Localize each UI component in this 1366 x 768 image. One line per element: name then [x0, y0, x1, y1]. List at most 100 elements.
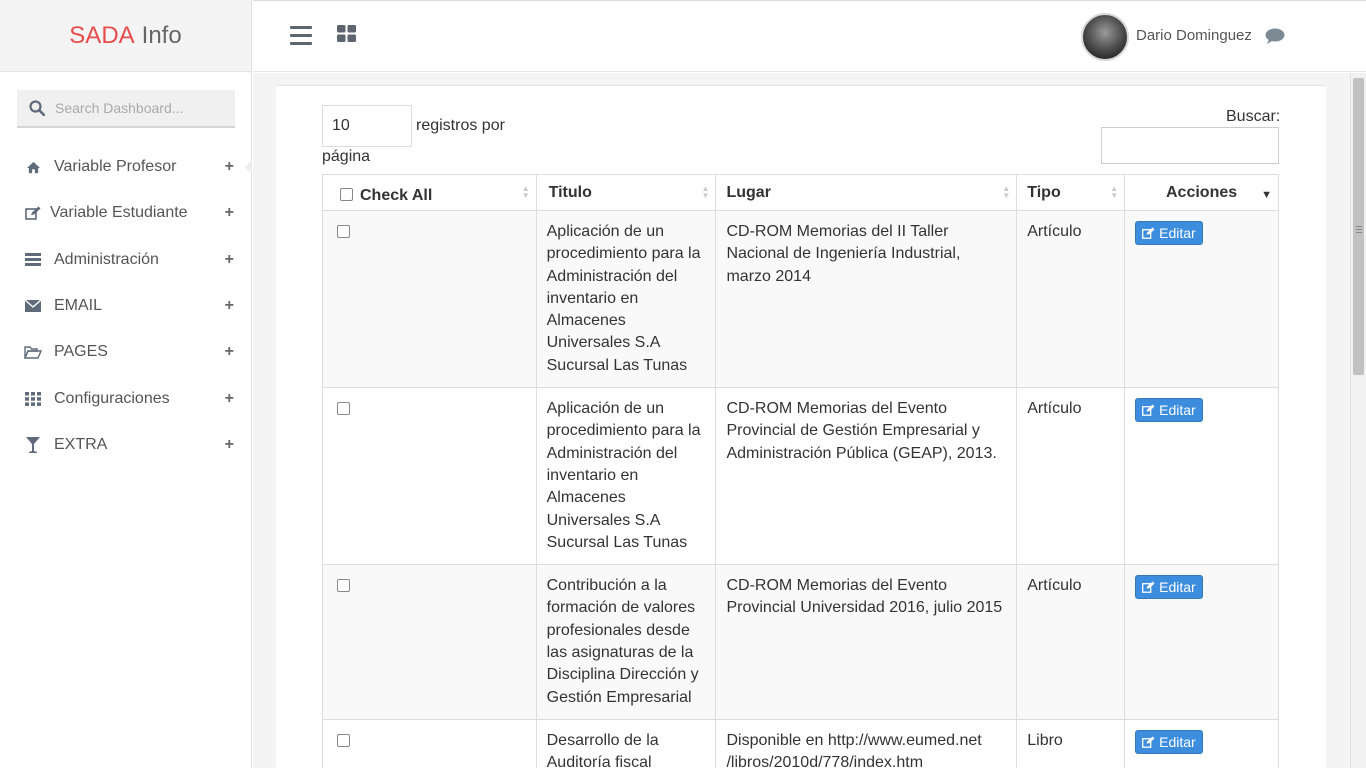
edit-button[interactable]: Editar	[1135, 398, 1203, 423]
column-header-label: Tipo	[1027, 183, 1061, 201]
sidebar-item-label: Variable Profesor	[54, 158, 177, 176]
cell-titulo: Contribución a la formación de valores p…	[535, 564, 717, 721]
cell-tipo: Artículo	[1016, 564, 1126, 721]
sidebar-item-label: EXTRA	[54, 435, 108, 453]
folder-open-icon	[24, 343, 42, 361]
records-per-page-label-2: página	[322, 148, 371, 165]
expand-icon: +	[224, 158, 234, 176]
row-checkbox[interactable]	[337, 402, 350, 416]
edit-button-label: Editar	[1159, 402, 1196, 419]
table-row: Desarrollo de la Auditoría fiscal Dispon…	[322, 719, 1279, 768]
column-header-tipo[interactable]: Tipo ▲ ▼	[1016, 174, 1126, 211]
top-navbar: Dario Dominguez	[253, 0, 1366, 72]
envelope-icon	[24, 297, 42, 315]
sort-icon: ▲ ▼	[701, 184, 710, 200]
cell-titulo: Aplicación de un procedimiento para la A…	[535, 387, 717, 566]
cell-titulo: Aplicación de un procedimiento para la A…	[535, 209, 717, 389]
home-icon	[24, 158, 42, 176]
search-icon	[29, 100, 45, 116]
edit-button[interactable]: Editar	[1135, 221, 1203, 245]
sidebar-item-label: Administración	[54, 250, 159, 268]
dashboard-grid-icon[interactable]	[337, 25, 356, 42]
user-avatar[interactable]	[1081, 13, 1129, 61]
row-checkbox-cell	[322, 719, 537, 768]
cell-tipo: Artículo	[1016, 209, 1126, 389]
list-icon	[24, 251, 42, 269]
scrollbar-thumb[interactable]	[1353, 78, 1364, 375]
column-header-lugar[interactable]: Lugar ▲ ▼	[715, 174, 1018, 211]
column-header-label: Check All	[360, 186, 433, 204]
edit-icon	[1142, 736, 1155, 749]
expand-icon: +	[224, 435, 234, 453]
cell-acciones: Editar	[1124, 564, 1279, 721]
column-header-label: Acciones	[1166, 183, 1238, 201]
column-header-label: Titulo	[548, 183, 592, 201]
cell-tipo: Libro	[1016, 719, 1126, 768]
page-scrollbar[interactable]	[1350, 73, 1366, 768]
glass-icon	[24, 436, 42, 454]
row-checkbox-cell	[322, 387, 537, 566]
sort-icon: ▲ ▼	[1110, 184, 1119, 200]
column-header-titulo[interactable]: Titulo ▲ ▼	[535, 174, 717, 211]
cell-acciones: Editar	[1124, 387, 1279, 566]
sort-desc-icon: ▼	[1261, 189, 1272, 201]
table-row: Aplicación de un procedimiento para la A…	[322, 209, 1279, 389]
th-grid-icon	[24, 390, 42, 408]
data-table: Check All ▲ ▼ Titulo ▲ ▼ Lugar ▲ ▼ Tipo ▲ ▼ …	[322, 174, 1279, 768]
table-header-row: Check All ▲ ▼ Titulo ▲ ▼ Lugar ▲ ▼ Tipo ▲ ▼ …	[322, 174, 1279, 211]
brand-name-part1: SADA	[69, 21, 135, 49]
brand-name-part2: Info	[141, 21, 182, 49]
cell-titulo: Desarrollo de la Auditoría fiscal	[535, 719, 717, 768]
sidebar-item-label: EMAIL	[54, 297, 103, 315]
expand-icon: +	[224, 389, 234, 407]
edit-icon	[1142, 227, 1155, 239]
edit-button-label: Editar	[1159, 225, 1196, 241]
table-row: Aplicación de un procedimiento para la A…	[322, 387, 1279, 566]
edit-button-label: Editar	[1159, 734, 1196, 751]
sidebar-search	[17, 90, 235, 128]
edit-button-label: Editar	[1159, 579, 1196, 596]
sidebar-item-variable-estudiante[interactable]: Variable Estudiante +	[0, 190, 252, 236]
sidebar: SADA Info Variable Profesor + Variable E…	[0, 0, 252, 768]
sidebar-item-configuraciones[interactable]: Configuraciones +	[0, 375, 252, 421]
user-name[interactable]: Dario Dominguez	[1136, 27, 1252, 44]
column-header-label: Lugar	[726, 183, 771, 201]
sort-icon: ▲ ▼	[521, 184, 530, 200]
sidebar-item-label: Configuraciones	[54, 389, 170, 407]
sidebar-item-pages[interactable]: PAGES +	[0, 329, 252, 375]
search-label: Buscar:	[1226, 108, 1281, 125]
edit-icon	[1142, 404, 1155, 416]
table-search-input[interactable]	[1101, 127, 1279, 164]
sidebar-item-email[interactable]: EMAIL +	[0, 283, 252, 329]
cell-acciones: Editar	[1124, 719, 1279, 768]
sidebar-item-variable-profesor[interactable]: Variable Profesor +	[0, 144, 252, 190]
search-dashboard-input[interactable]	[55, 100, 225, 116]
column-header-check-all[interactable]: Check All ▲ ▼	[322, 174, 537, 211]
column-header-acciones[interactable]: Acciones ▼	[1124, 174, 1279, 211]
expand-icon: +	[224, 297, 234, 315]
chat-bubble-icon[interactable]	[1265, 28, 1285, 44]
brand-logo[interactable]: SADA Info	[0, 0, 251, 72]
sidebar-item-label: PAGES	[54, 343, 108, 361]
cell-lugar: Disponible en http://www.eumed.net /libr…	[715, 719, 1018, 768]
sidebar-item-extra[interactable]: EXTRA +	[0, 422, 252, 468]
row-checkbox[interactable]	[337, 579, 350, 593]
row-checkbox[interactable]	[337, 225, 350, 238]
cell-acciones: Editar	[1124, 209, 1279, 389]
edit-button[interactable]: Editar	[1135, 730, 1203, 755]
table-row: Contribución a la formación de valores p…	[322, 564, 1279, 721]
menu-toggle-icon[interactable]	[290, 26, 312, 46]
row-checkbox[interactable]	[337, 734, 350, 748]
sidebar-nav: Variable Profesor + Variable Estudiante …	[0, 144, 252, 468]
cell-lugar: CD-ROM Memorias del II Taller Nacional d…	[715, 209, 1018, 389]
expand-icon: +	[224, 250, 234, 268]
sort-icon: ▲ ▼	[1002, 184, 1011, 200]
sidebar-item-administracion[interactable]: Administración +	[0, 237, 252, 283]
check-all-checkbox[interactable]	[340, 187, 353, 201]
records-per-page-input[interactable]	[322, 105, 412, 147]
edit-icon	[1142, 581, 1155, 594]
row-checkbox-cell	[322, 209, 537, 389]
records-per-page-label: registros por	[416, 117, 505, 134]
edit-button[interactable]: Editar	[1135, 575, 1203, 600]
sidebar-item-label: Variable Estudiante	[50, 204, 188, 222]
